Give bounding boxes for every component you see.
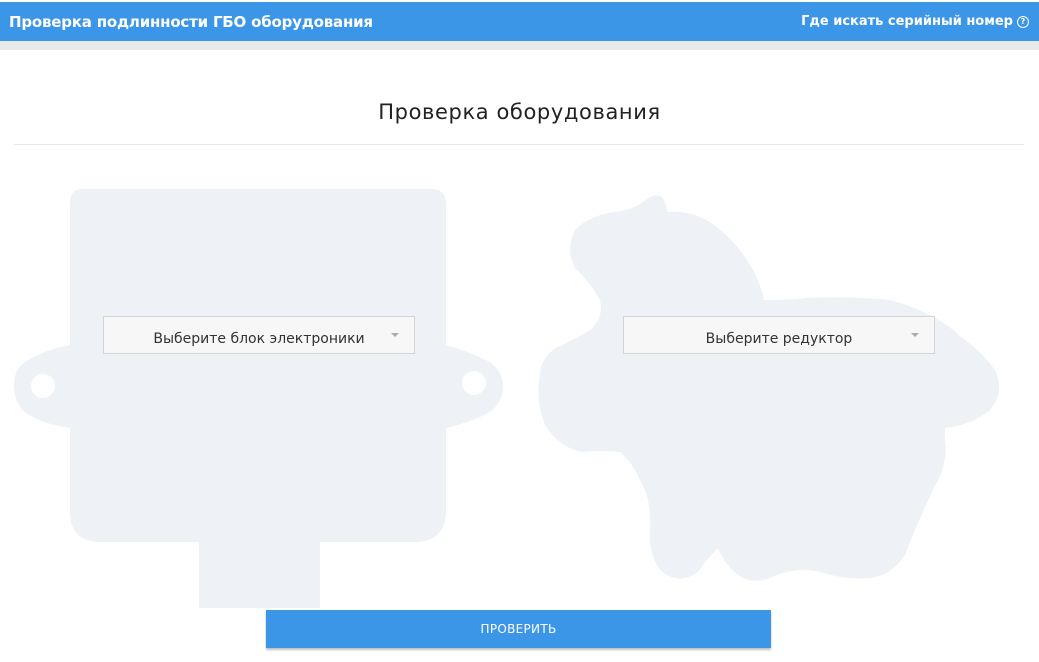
ecu-select-value: Выберите блок электроники [153, 331, 365, 347]
ecu-silhouette [14, 189, 503, 608]
ecu-mount-hole-right [462, 371, 486, 395]
chevron-down-icon [391, 333, 399, 337]
reducer-select-value: Выберите редуктор [705, 331, 853, 347]
check-button[interactable]: ПРОВЕРИТЬ [266, 610, 771, 648]
reducer-silhouette [538, 195, 999, 581]
ecu-select[interactable]: Выберите блок электроники [103, 316, 415, 354]
ecu-mount-hole-left [31, 374, 55, 398]
chevron-down-icon [911, 333, 919, 337]
reducer-select[interactable]: Выберите редуктор [623, 316, 935, 354]
